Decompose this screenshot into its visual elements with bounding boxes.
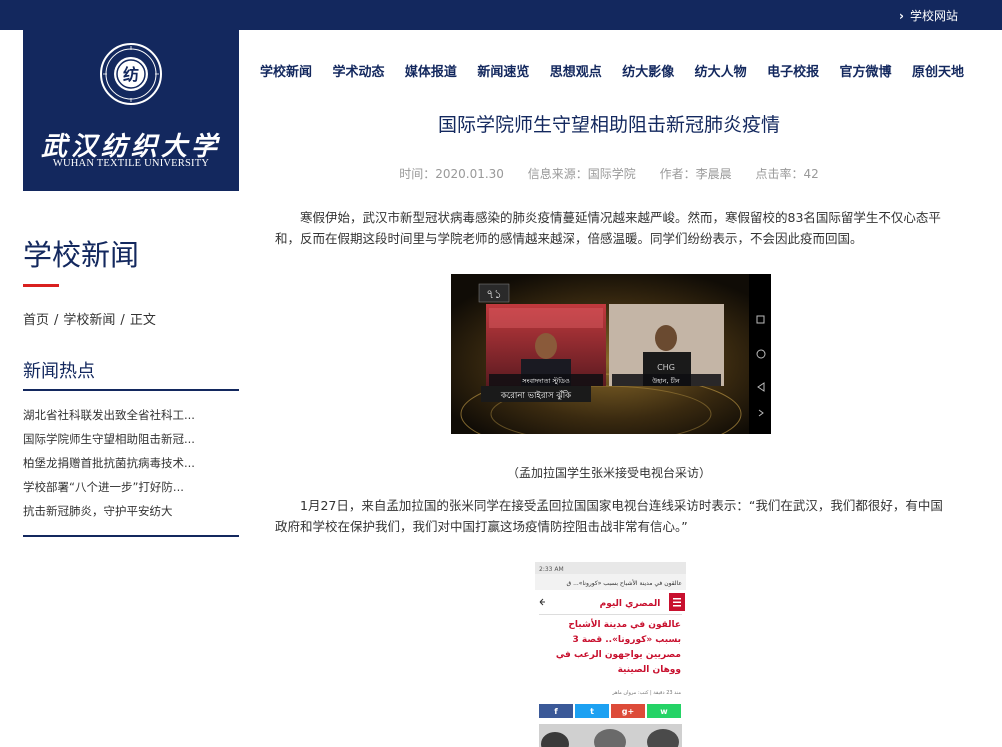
meta-clicks: 点击率：42 bbox=[755, 167, 819, 181]
nav-item-news-digest[interactable]: 新闻速览 bbox=[469, 61, 537, 81]
nav-item-opinion[interactable]: 思想观点 bbox=[542, 61, 610, 81]
cap-letters: CHG bbox=[657, 363, 675, 372]
headline-text: عالقون في مدينة الأشباح بسبب «كورونا».. … bbox=[555, 620, 681, 675]
share-facebook-icon: f bbox=[554, 707, 558, 716]
main-nav: 学校新闻 学术动态 媒体报道 新闻速览 思想观点 纺大影像 纺大人物 电子校报 … bbox=[252, 61, 972, 81]
university-seal-icon: 纺 bbox=[100, 43, 162, 105]
nav-item-original[interactable]: 原创天地 bbox=[904, 61, 972, 81]
seal-letter: 纺 bbox=[123, 65, 139, 84]
list-item[interactable]: 抗击新冠肺炎，守护平安纺大 bbox=[23, 503, 239, 527]
list-item[interactable]: 学校部署“八个进一步”打好防... bbox=[23, 479, 239, 503]
nav-item-e-paper[interactable]: 电子校报 bbox=[759, 61, 827, 81]
nav-item-academic[interactable]: 学术动态 bbox=[324, 61, 392, 81]
brand-name: المصري اليوم bbox=[600, 599, 661, 609]
hot-news-title: 新闻热点 bbox=[23, 361, 95, 382]
image-caption: （孟加拉国学生张米接受电视台采访） bbox=[506, 466, 711, 480]
hot-news-list: 湖北省社科联发出致全省社科工... 国际学院师生守望相助阻击新冠... 柏堡龙捐… bbox=[23, 407, 239, 527]
nav-item-weibo[interactable]: 官方微博 bbox=[832, 61, 900, 81]
nav-item-people[interactable]: 纺大人物 bbox=[687, 61, 755, 81]
channel-logo-text: ৭১ bbox=[486, 287, 502, 301]
chevron-right-icon: › bbox=[899, 9, 904, 23]
breadcrumb-home[interactable]: 首页 bbox=[23, 313, 49, 328]
list-item[interactable]: 国际学院师生守望相助阻击新冠... bbox=[23, 431, 239, 455]
breadcrumb-school-news[interactable]: 学校新闻 bbox=[63, 313, 115, 328]
byline-text: منذ 23 دقيقة | كتب: مروان ماهر bbox=[611, 690, 681, 696]
share-whatsapp-icon: w bbox=[660, 707, 668, 716]
status-time: 2:33 AM bbox=[539, 566, 564, 573]
breadcrumb: 首页 / 学校新闻 / 正文 bbox=[23, 309, 156, 328]
hot-news-bottom-divider bbox=[23, 535, 239, 537]
list-item[interactable]: 柏堡龙捐赠首批抗菌抗病毒技术... bbox=[23, 455, 239, 479]
tv-interview-image: ৭১ সংবাদদাতা স্টুডিও CHG উহান, চীন করোনা… bbox=[451, 274, 771, 434]
meta-source: 信息来源：国际学院 bbox=[527, 167, 636, 181]
nav-item-images[interactable]: 纺大影像 bbox=[614, 61, 682, 81]
meta-author: 作者：李晨晨 bbox=[659, 167, 732, 181]
school-website-label: 学校网站 bbox=[909, 9, 958, 23]
share-google-icon: g+ bbox=[622, 707, 634, 716]
news-screenshot-graphic: 2:33 AM عالقون في مدينة الأشباح بسبب «كو… bbox=[535, 562, 686, 747]
hot-news-divider bbox=[23, 389, 239, 391]
meta-time: 时间：2020.01.30 bbox=[399, 167, 504, 181]
article-paragraph-2: 1月27日，来自孟加拉国的张米同学在接受孟回拉国国家电视台连线采访时表示：“我们… bbox=[275, 498, 943, 534]
caption-name-1: সংবাদদাতা স্টুডিও bbox=[521, 376, 570, 385]
share-twitter-icon: t bbox=[590, 707, 594, 716]
breadcrumb-current: 正文 bbox=[129, 313, 156, 328]
article-paragraph-1: 寒假伊始，武汉市新型冠状病毒感染的肺炎疫情蔓延情况越来越严峻。然而，寒假留校的8… bbox=[275, 210, 941, 246]
nav-item-school-news[interactable]: 学校新闻 bbox=[252, 61, 320, 81]
url-text: عالقون في مدينة الأشباح بسبب «كورونا»...… bbox=[567, 579, 682, 587]
news-screenshot-image: 2:33 AM عالقون في مدينة الأشباح بسبب «كو… bbox=[535, 562, 686, 747]
top-bar: › 学校网站 bbox=[0, 0, 1002, 30]
section-title: 学校新闻 bbox=[23, 238, 140, 272]
nav-item-media[interactable]: 媒体报道 bbox=[397, 61, 465, 81]
tv-banner-text: করোনা ভাইরাস ঝুঁকি bbox=[500, 389, 572, 401]
school-website-link[interactable]: › 学校网站 bbox=[899, 7, 958, 24]
caption-name-2: উহান, চীন bbox=[651, 376, 681, 385]
title-underline bbox=[23, 284, 59, 287]
article-meta: 时间：2020.01.30 信息来源：国际学院 作者：李晨晨 点击率：42 bbox=[262, 165, 956, 182]
breadcrumb-separator: / bbox=[120, 313, 125, 328]
tv-interview-graphic: ৭১ সংবাদদাতা স্টুডিও CHG উহান, চীন করোনা… bbox=[451, 274, 771, 434]
university-english-name: WUHAN TEXTILE UNIVERSITY bbox=[52, 158, 210, 169]
breadcrumb-separator: / bbox=[54, 313, 59, 328]
list-item[interactable]: 湖北省社科联发出致全省社科工... bbox=[23, 407, 239, 431]
university-logo[interactable]: 纺 武汉纺织大学 WUHAN TEXTILE UNIVERSITY bbox=[23, 30, 239, 191]
article-title: 国际学院师生守望相助阻击新冠肺炎疫情 bbox=[437, 114, 780, 136]
